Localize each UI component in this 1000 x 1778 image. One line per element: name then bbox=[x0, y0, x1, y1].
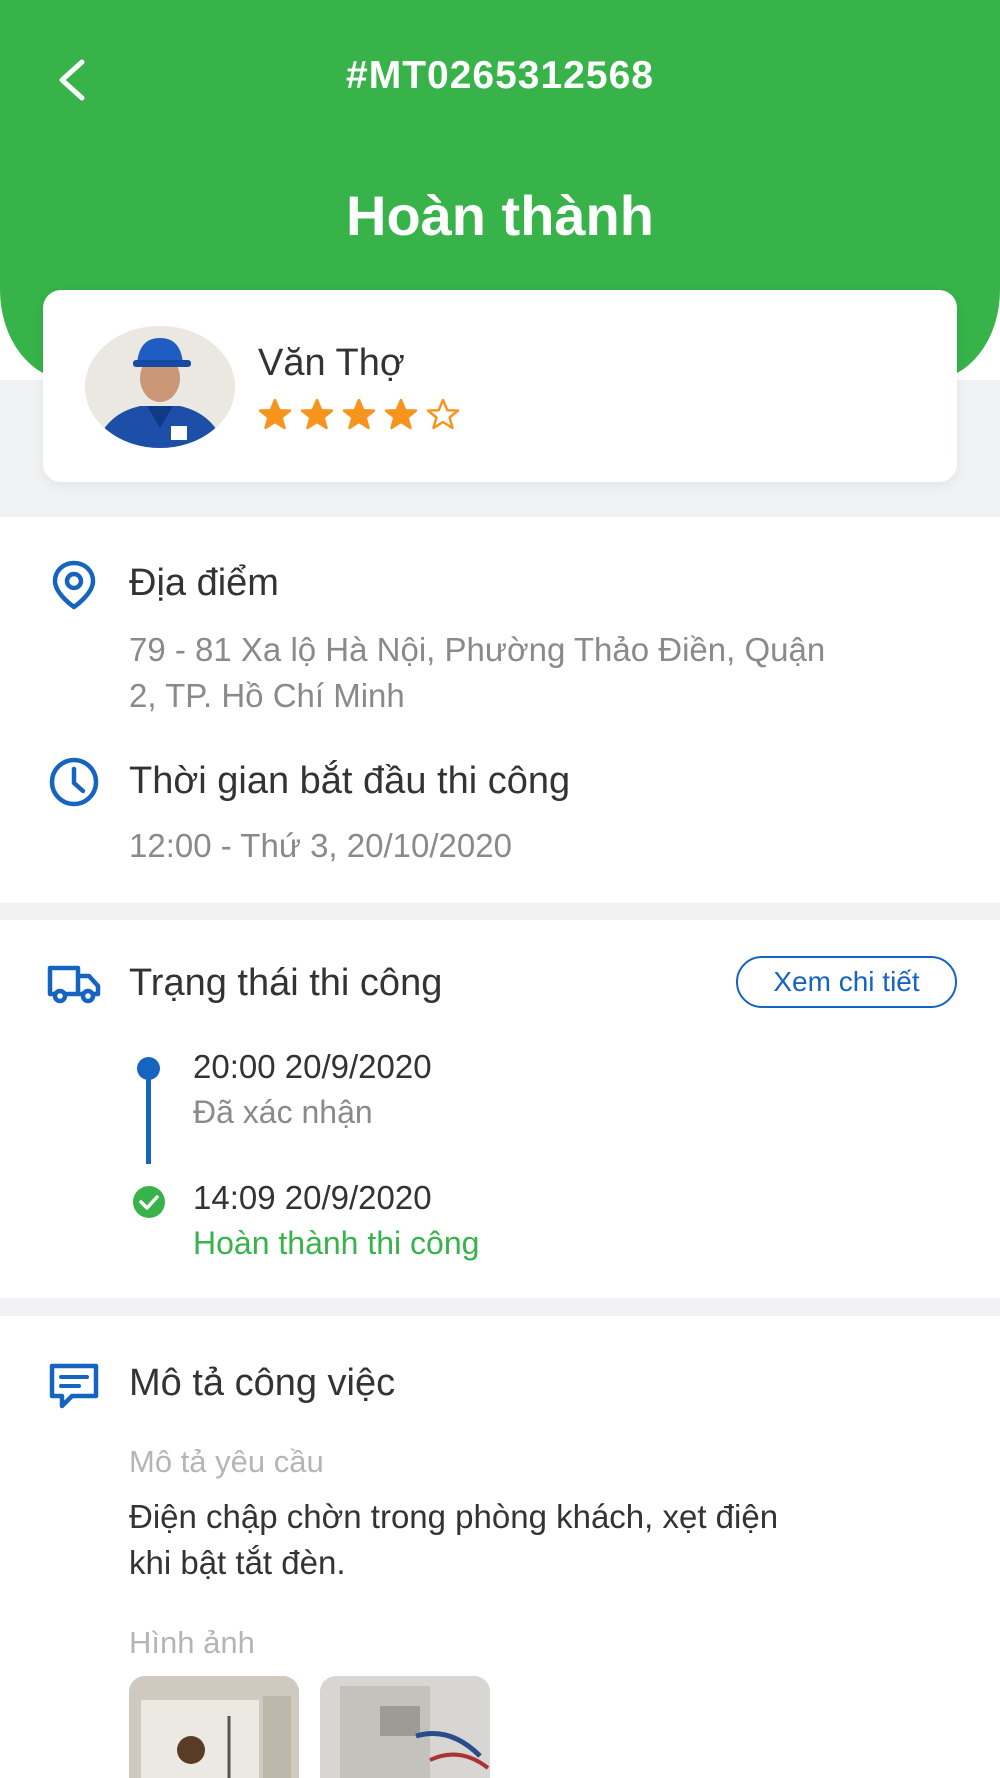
construction-status-title: Trạng thái thi công bbox=[129, 962, 443, 1004]
avatar bbox=[85, 326, 235, 448]
timeline-label-1: Đã xác nhận bbox=[193, 1094, 373, 1130]
location-title: Địa điểm bbox=[129, 562, 279, 604]
job-image-thumbnail[interactable] bbox=[320, 1676, 490, 1778]
address-line-1: 79 - 81 Xa lộ Hà Nội, Phường Thảo Điền, … bbox=[129, 631, 826, 668]
location-pin-icon bbox=[52, 560, 96, 610]
divider bbox=[0, 903, 1000, 920]
star-filled-icon bbox=[258, 398, 292, 430]
clock-icon bbox=[49, 757, 99, 807]
timeline-time-1: 20:00 20/9/2020 bbox=[193, 1048, 432, 1085]
address-line-2: 2, TP. Hồ Chí Minh bbox=[129, 677, 405, 714]
order-id: #MT0265312568 bbox=[346, 54, 654, 97]
request-text-line-1: Điện chập chờn trong phòng khách, xẹt đi… bbox=[129, 1498, 779, 1535]
truck-icon bbox=[47, 965, 101, 1004]
message-icon bbox=[49, 1363, 99, 1409]
outlet-photo bbox=[129, 1676, 299, 1778]
star-filled-icon bbox=[384, 398, 418, 430]
view-details-button[interactable]: Xem chi tiết bbox=[736, 956, 957, 1008]
timeline-line bbox=[146, 1068, 151, 1164]
timeline-label-2: Hoàn thành thi công bbox=[193, 1225, 480, 1261]
timeline-dot bbox=[137, 1057, 160, 1080]
location-section: Địa điểm 79 - 81 Xa lộ Hà Nội, Phường Th… bbox=[0, 517, 1000, 903]
start-time-value: 12:00 - Thứ 3, 20/10/2020 bbox=[129, 827, 512, 864]
request-label: Mô tả yêu cầu bbox=[129, 1444, 324, 1479]
star-empty-icon bbox=[426, 398, 460, 430]
job-description-title: Mô tả công việc bbox=[129, 1362, 396, 1404]
check-circle-icon bbox=[133, 1186, 165, 1218]
job-image-thumbnail[interactable] bbox=[129, 1676, 299, 1778]
request-text-line-2: khi bật tắt đèn. bbox=[129, 1544, 346, 1581]
rating-stars bbox=[258, 398, 460, 432]
star-filled-icon bbox=[342, 398, 376, 430]
worker-photo bbox=[85, 326, 235, 448]
worker-name: Văn Thợ bbox=[258, 342, 405, 384]
images-label: Hình ảnh bbox=[129, 1625, 255, 1660]
timeline-time-2: 14:09 20/9/2020 bbox=[193, 1179, 432, 1216]
construction-status-section: Trạng thái thi công Xem chi tiết 20:00 2… bbox=[0, 920, 1000, 1298]
start-time-title: Thời gian bắt đầu thi công bbox=[129, 760, 571, 802]
divider bbox=[0, 1298, 1000, 1316]
order-status-title: Hoàn thành bbox=[346, 184, 654, 247]
job-description-section: Mô tả công việc Mô tả yêu cầu Điện chập … bbox=[0, 1316, 1000, 1778]
worker-card[interactable]: Văn Thợ bbox=[43, 290, 957, 482]
star-filled-icon bbox=[300, 398, 334, 430]
wiring-photo bbox=[320, 1676, 490, 1778]
